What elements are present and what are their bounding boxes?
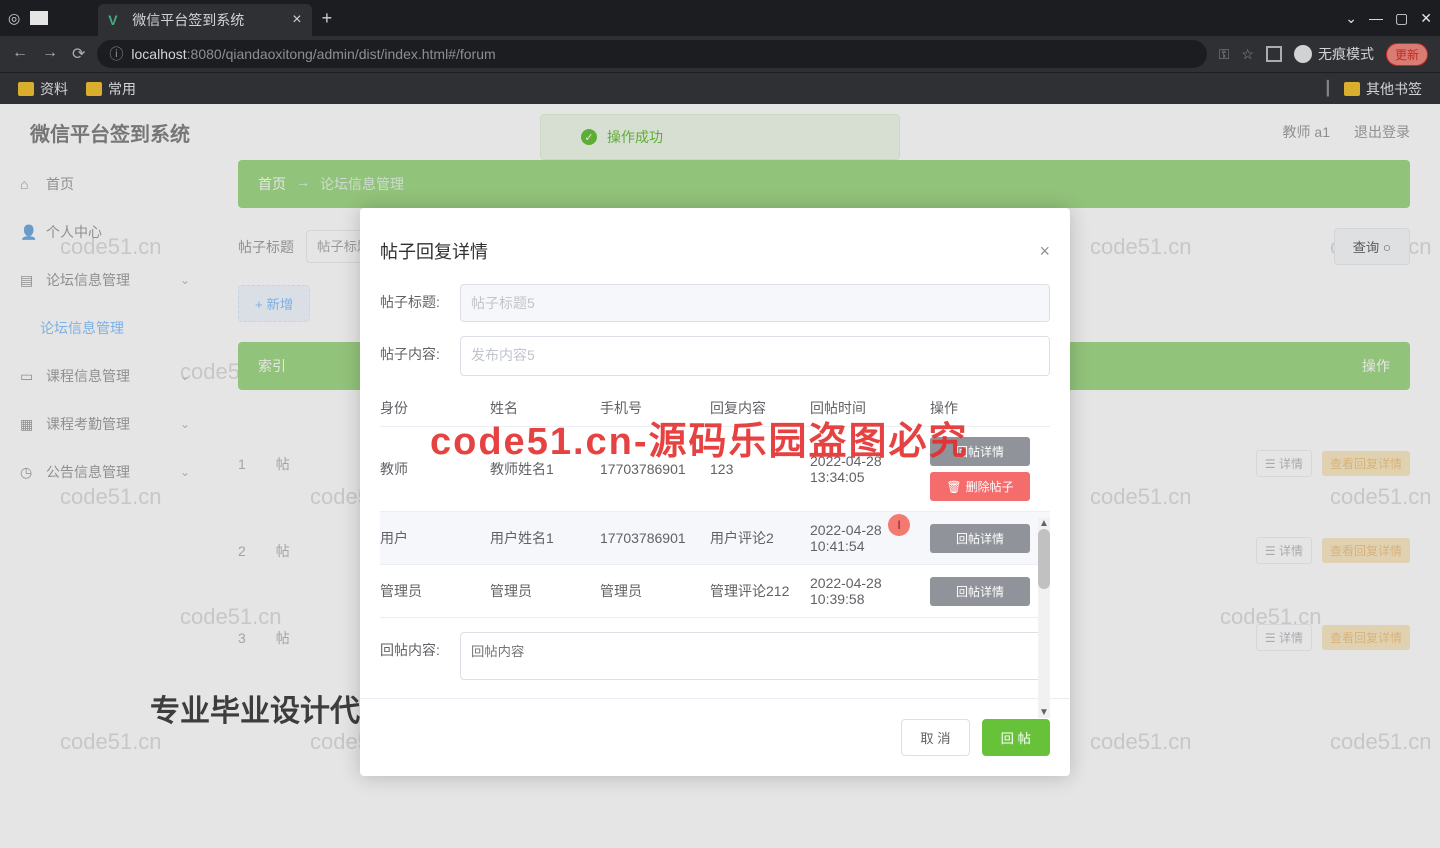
scroll-up-icon[interactable]: ▲ xyxy=(1038,518,1050,529)
reply-table: 身份 姓名 手机号 回复内容 回帖时间 操作 教师 教师姓名1 17703786… xyxy=(380,390,1050,618)
scroll-thumb[interactable] xyxy=(1038,529,1050,589)
reply-row: 管理员 管理员 管理员 管理评论212 2022-04-28 10:39:58 … xyxy=(380,565,1050,618)
trash-icon: 🗑 xyxy=(946,480,961,494)
scroll-down-icon[interactable]: ▼ xyxy=(1038,707,1050,718)
cursor-indicator: I xyxy=(888,514,910,536)
form-label-content: 帖子内容: xyxy=(380,336,460,364)
dialog-title: 帖子回复详情 xyxy=(380,238,488,264)
post-title-input[interactable]: 帖子标题5 xyxy=(460,284,1050,322)
dialog-footer: 取 消 回 帖 xyxy=(360,698,1070,756)
post-content-textarea[interactable]: 发布内容5 xyxy=(460,336,1050,376)
submit-reply-button[interactable]: 回 帖 xyxy=(982,719,1050,756)
reply-detail-button[interactable]: 回帖详情 xyxy=(930,577,1030,606)
close-icon[interactable]: × xyxy=(1039,241,1050,262)
reply-table-header: 身份 姓名 手机号 回复内容 回帖时间 操作 xyxy=(380,390,1050,427)
dialog-header: 帖子回复详情 × xyxy=(360,228,1070,284)
delete-reply-button[interactable]: 🗑删除帖子 xyxy=(930,472,1030,501)
reply-row: 教师 教师姓名1 17703786901 123 2022-04-28 13:3… xyxy=(380,427,1050,512)
reply-detail-button[interactable]: 回帖详情 xyxy=(930,524,1030,553)
reply-textarea[interactable] xyxy=(460,632,1050,680)
reply-detail-button[interactable]: 回帖详情 xyxy=(930,437,1030,466)
dialog-body: 帖子标题: 帖子标题5 帖子内容: 发布内容5 身份 姓名 手机号 回复内容 回… xyxy=(360,284,1070,680)
reply-scrollbar[interactable]: ▲ ▼ xyxy=(1038,518,1050,718)
cancel-button[interactable]: 取 消 xyxy=(901,719,969,756)
reply-content-label: 回帖内容: xyxy=(380,632,460,660)
form-label-title: 帖子标题: xyxy=(380,284,460,312)
reply-row: 用户 用户姓名1 17703786901 用户评论2 2022-04-28 10… xyxy=(380,512,1050,565)
reply-dialog: 帖子回复详情 × 帖子标题: 帖子标题5 帖子内容: 发布内容5 身份 姓名 手… xyxy=(360,208,1070,776)
